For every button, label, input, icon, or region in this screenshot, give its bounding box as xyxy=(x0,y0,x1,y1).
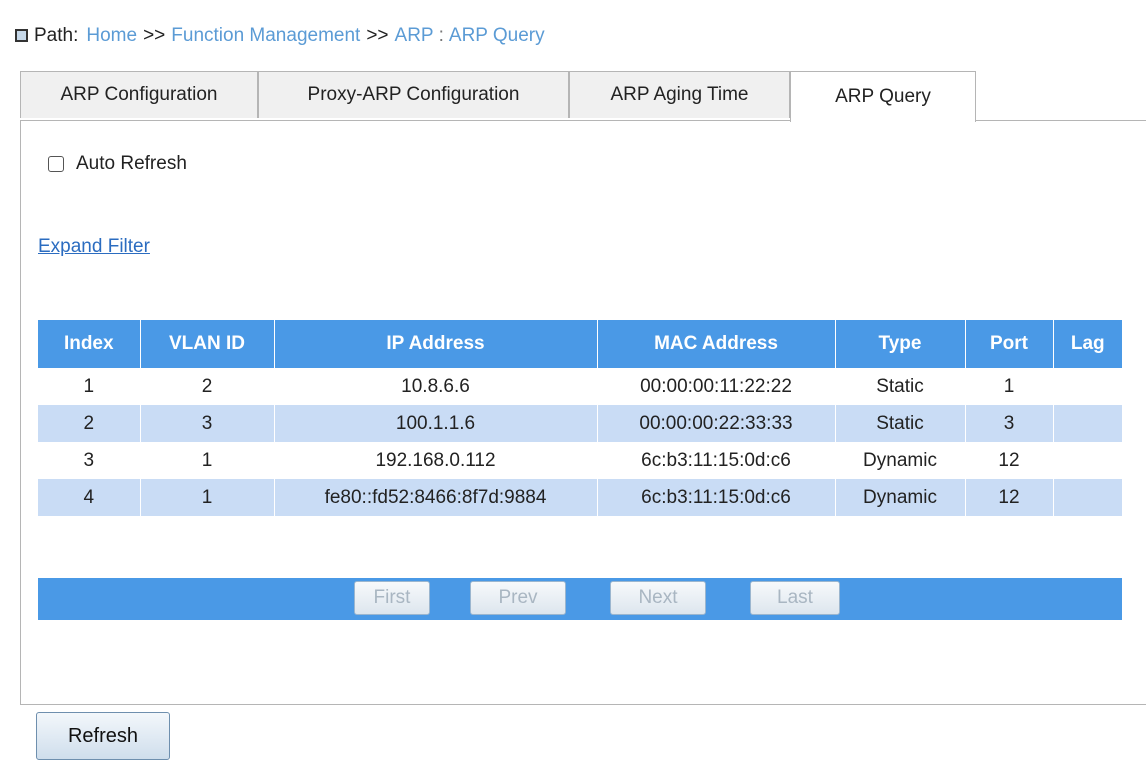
cell-vlan-id: 2 xyxy=(139,368,274,405)
cell-type: Dynamic xyxy=(834,442,965,479)
cell-port: 12 xyxy=(964,442,1053,479)
table-row: 4 1 fe80::fd52:8466:8f7d:9884 6c:b3:11:1… xyxy=(38,479,1122,516)
breadcrumb-function-management-link[interactable]: Function Management xyxy=(171,25,360,47)
cell-lag xyxy=(1052,405,1122,442)
cell-index: 3 xyxy=(38,442,140,479)
cell-port: 1 xyxy=(964,368,1053,405)
cell-port: 3 xyxy=(964,405,1053,442)
expand-filter-link[interactable]: Expand Filter xyxy=(38,236,150,258)
cell-index: 4 xyxy=(38,479,140,516)
cell-lag xyxy=(1052,368,1122,405)
first-page-button[interactable]: First xyxy=(354,581,430,615)
breadcrumb-current-page[interactable]: ARP Query xyxy=(449,25,545,47)
cell-lag xyxy=(1052,442,1122,479)
cell-ip-address: fe80::fd52:8466:8f7d:9884 xyxy=(273,479,597,516)
header-index: Index xyxy=(38,320,140,368)
cell-ip-address: 192.168.0.112 xyxy=(273,442,597,479)
header-port: Port xyxy=(964,320,1053,368)
prev-page-button[interactable]: Prev xyxy=(470,581,566,615)
refresh-button[interactable]: Refresh xyxy=(36,712,170,760)
tab-bar: ARP Configuration Proxy-ARP Configuratio… xyxy=(20,71,1146,122)
breadcrumb-separator: >> xyxy=(143,25,166,46)
header-type: Type xyxy=(834,320,965,368)
header-vlan-id: VLAN ID xyxy=(139,320,274,368)
tab-proxy-arp-configuration[interactable]: Proxy-ARP Configuration xyxy=(258,71,569,118)
tab-arp-query[interactable]: ARP Query xyxy=(790,71,976,122)
next-page-button[interactable]: Next xyxy=(610,581,706,615)
auto-refresh-option[interactable]: Auto Refresh xyxy=(48,152,187,176)
breadcrumb-separator: >> xyxy=(366,25,389,46)
breadcrumb-home-link[interactable]: Home xyxy=(86,25,137,47)
header-ip-address: IP Address xyxy=(273,320,597,368)
square-icon xyxy=(15,28,28,42)
table-row: 3 1 192.168.0.112 6c:b3:11:15:0d:c6 Dyna… xyxy=(38,442,1122,479)
arp-table: Index VLAN ID IP Address MAC Address Typ… xyxy=(38,320,1122,516)
cell-index: 1 xyxy=(38,368,140,405)
cell-ip-address: 100.1.1.6 xyxy=(273,405,597,442)
cell-vlan-id: 1 xyxy=(139,442,274,479)
auto-refresh-checkbox[interactable] xyxy=(48,156,64,172)
cell-index: 2 xyxy=(38,405,140,442)
path-label: Path: xyxy=(34,25,79,46)
cell-mac-address: 6c:b3:11:15:0d:c6 xyxy=(596,479,835,516)
cell-mac-address: 00:00:00:22:33:33 xyxy=(596,405,835,442)
cell-vlan-id: 1 xyxy=(139,479,274,516)
auto-refresh-label: Auto Refresh xyxy=(76,153,187,174)
cell-port: 12 xyxy=(964,479,1053,516)
breadcrumb-arp-link[interactable]: ARP xyxy=(395,25,434,47)
pagination-bar: First Prev Next Last xyxy=(38,578,1122,620)
cell-type: Static xyxy=(834,405,965,442)
cell-type: Static xyxy=(834,368,965,405)
last-page-button[interactable]: Last xyxy=(750,581,840,615)
tab-arp-aging-time[interactable]: ARP Aging Time xyxy=(569,71,790,118)
cell-type: Dynamic xyxy=(834,479,965,516)
arp-query-page: Path: Home >> Function Management >> ARP… xyxy=(0,0,1146,769)
cell-mac-address: 00:00:00:11:22:22 xyxy=(596,368,835,405)
table-row: 1 2 10.8.6.6 00:00:00:11:22:22 Static 1 xyxy=(38,368,1122,405)
cell-lag xyxy=(1052,479,1122,516)
tab-arp-configuration[interactable]: ARP Configuration xyxy=(20,71,258,118)
breadcrumb: Path: Home >> Function Management >> ARP… xyxy=(15,18,545,54)
table-row: 2 3 100.1.1.6 00:00:00:22:33:33 Static 3 xyxy=(38,405,1122,442)
cell-vlan-id: 3 xyxy=(139,405,274,442)
cell-ip-address: 10.8.6.6 xyxy=(273,368,597,405)
cell-mac-address: 6c:b3:11:15:0d:c6 xyxy=(596,442,835,479)
header-mac-address: MAC Address xyxy=(596,320,835,368)
breadcrumb-colon: : xyxy=(438,25,444,46)
header-lag: Lag xyxy=(1052,320,1122,368)
table-header-row: Index VLAN ID IP Address MAC Address Typ… xyxy=(38,320,1122,368)
